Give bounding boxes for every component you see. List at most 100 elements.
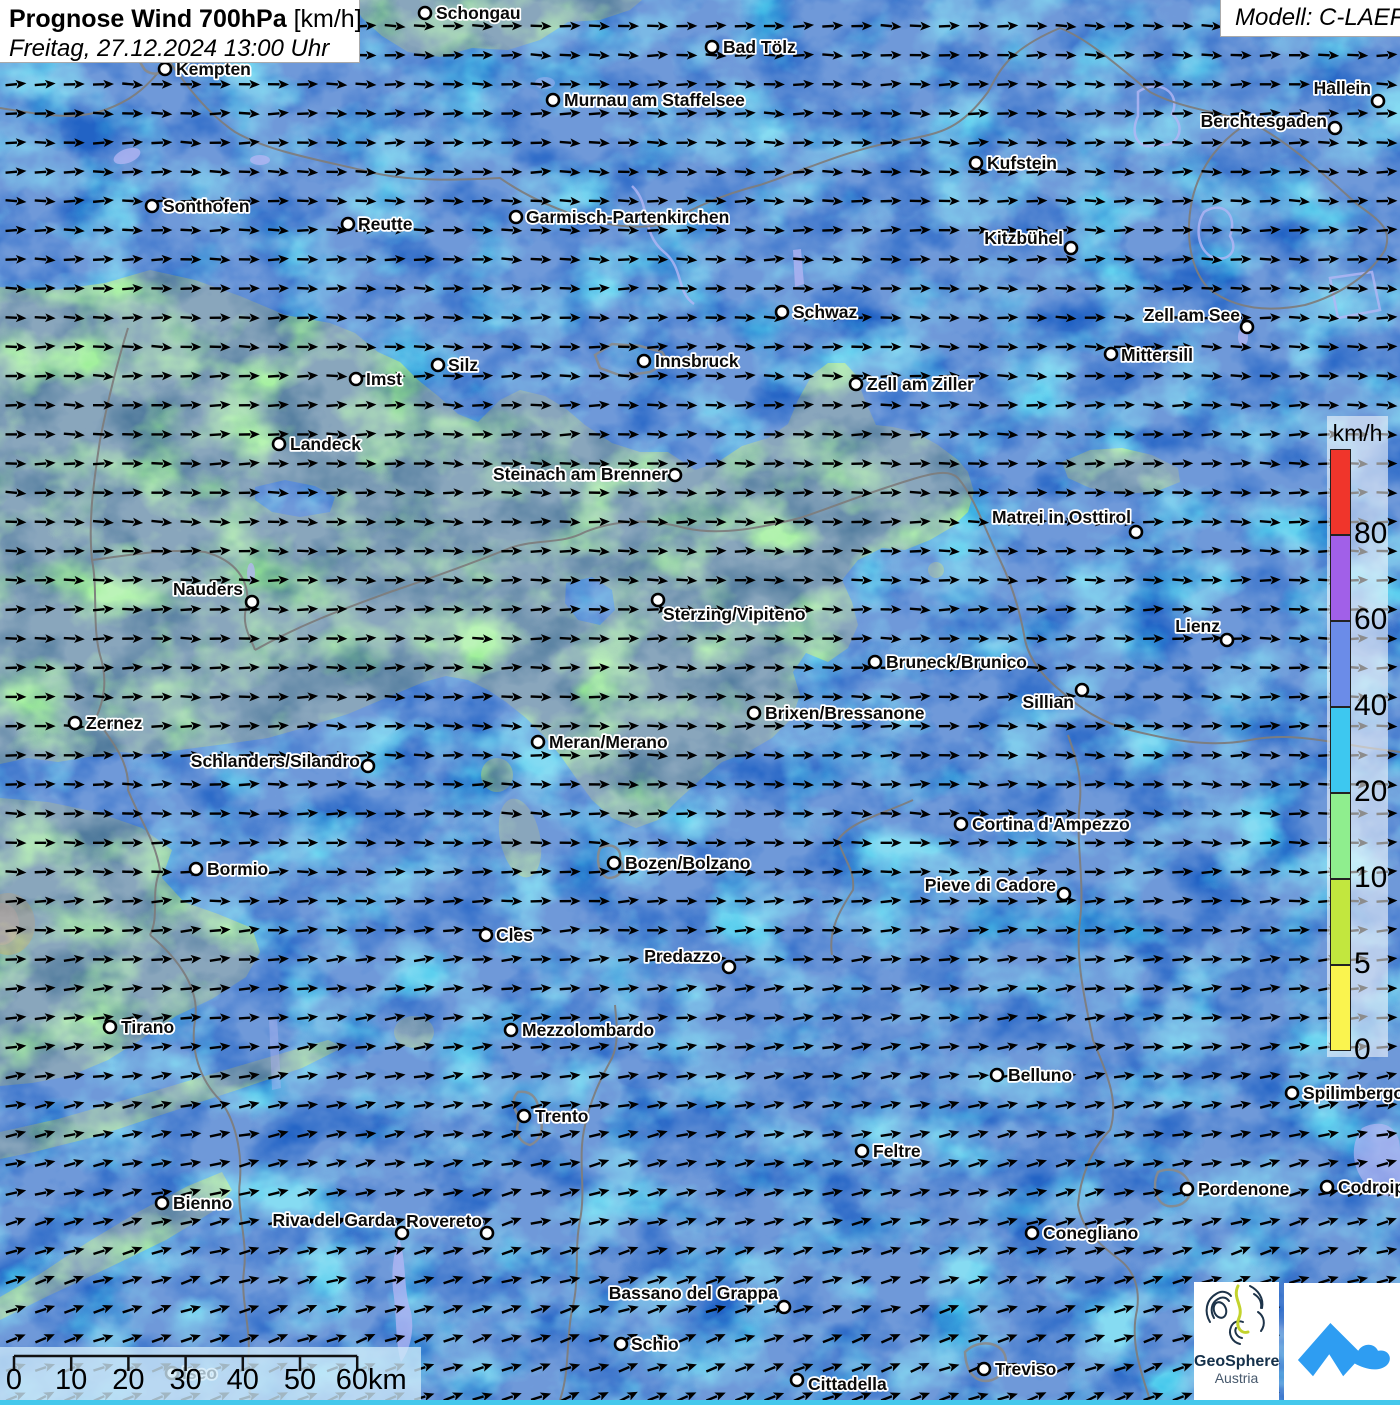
city-label: Meran/Merano <box>549 732 668 752</box>
city-label: Schongau <box>436 3 521 23</box>
city-marker <box>970 157 982 169</box>
city-label: Zell am See <box>1144 305 1241 325</box>
scale-tick-label: 40 <box>227 1364 259 1397</box>
city-marker-group: Bozen/Bolzano <box>608 853 750 873</box>
city-marker <box>518 1110 530 1122</box>
city-marker-group: Cortina d'Ampezzo <box>955 814 1130 834</box>
city-marker <box>991 1069 1003 1081</box>
city-label: Pieve di Cadore <box>925 875 1057 895</box>
city-label: Steinach am Brenner <box>493 464 668 484</box>
scale-tick-label: 0 <box>6 1364 22 1397</box>
city-marker-group: Steinach am Brenner <box>493 464 681 484</box>
city-marker <box>510 211 522 223</box>
legend-tick-label: 5 <box>1354 949 1371 979</box>
city-marker <box>1286 1087 1298 1099</box>
legend-color-box-40 <box>1330 621 1351 707</box>
wind-forecast-map: SchongauBad TölzKemptenMurnau am Staffel… <box>0 0 1400 1400</box>
city-label: Kitzbühel <box>984 228 1063 248</box>
city-marker <box>505 1024 517 1036</box>
city-marker <box>190 863 202 875</box>
city-marker <box>1130 526 1142 538</box>
city-marker <box>850 378 862 390</box>
weather-map-stage: SchongauBad TölzKemptenMurnau am Staffel… <box>0 0 1400 1400</box>
model-label-box: Modell: C-LAEF <box>1220 0 1400 37</box>
city-marker-group: Brixen/Bressanone <box>748 703 925 723</box>
city-marker <box>955 818 967 830</box>
city-label: Bad Tölz <box>723 37 796 57</box>
partner-logo-box <box>1284 1283 1400 1400</box>
city-marker <box>104 1021 116 1033</box>
city-label: Sterzing/Vipiteno <box>663 604 806 624</box>
city-label: Zell am Ziller <box>867 374 974 394</box>
city-marker <box>146 200 158 212</box>
wind-speed-legend: km/h 806040201050 <box>1327 416 1388 1057</box>
legend-color-box-10 <box>1330 793 1351 879</box>
city-label: Rovereto <box>406 1211 482 1231</box>
scale-tick-label: 30 <box>169 1364 201 1397</box>
scale-tick-label: 60km <box>336 1364 407 1397</box>
city-label: Mezzolombardo <box>522 1020 654 1040</box>
city-label: Bozen/Bolzano <box>625 853 750 873</box>
city-label: Riva del Garda <box>272 1210 395 1230</box>
city-label: Murnau am Staffelsee <box>564 90 745 110</box>
legend-color-box-20 <box>1330 707 1351 793</box>
city-marker-group: Murnau am Staffelsee <box>547 90 745 110</box>
city-label: Berchtesgaden <box>1201 111 1327 131</box>
city-label: Belluno <box>1008 1065 1072 1085</box>
scale-tick-label: 10 <box>55 1364 87 1397</box>
map-title-box: Prognose Wind 700hPa [km/h] Freitag, 27.… <box>0 0 360 63</box>
title-parameter: Prognose Wind 700hPa <box>9 5 287 33</box>
city-label: Lienz <box>1175 616 1220 636</box>
city-marker <box>778 1301 790 1313</box>
city-label: Garmisch-Partenkirchen <box>526 207 729 227</box>
legend-tick-label: 40 <box>1354 691 1387 721</box>
city-marker <box>69 717 81 729</box>
city-label: Bassano del Grappa <box>609 1283 778 1303</box>
geosphere-logo-box: GeoSphere Austria <box>1194 1282 1279 1400</box>
city-marker-group: Mezzolombardo <box>505 1020 654 1040</box>
legend-color-box-5 <box>1330 879 1351 965</box>
city-marker <box>1329 122 1341 134</box>
city-marker <box>273 438 285 450</box>
legend-tick-label: 80 <box>1354 519 1387 549</box>
legend-color-box-0 <box>1330 965 1351 1051</box>
city-marker <box>1372 95 1384 107</box>
city-label: Imst <box>366 369 402 389</box>
city-marker <box>481 1227 493 1239</box>
city-marker <box>342 218 354 230</box>
geosphere-contour-icon <box>1198 1282 1276 1348</box>
city-label: Cles <box>496 925 533 945</box>
city-label: Sonthofen <box>163 196 250 216</box>
city-label: Kufstein <box>987 153 1057 173</box>
city-marker <box>1026 1227 1038 1239</box>
city-marker <box>532 736 544 748</box>
city-marker-group: Schlanders/Silandro <box>191 751 374 772</box>
city-label: Zernez <box>86 713 143 733</box>
city-label: Tirano <box>121 1017 174 1037</box>
city-marker-group: Silz <box>432 355 478 375</box>
city-marker-group: Zell am Ziller <box>850 374 974 394</box>
city-label: Mittersill <box>1121 345 1193 365</box>
city-marker <box>723 961 735 973</box>
legend-unit-label: km/h <box>1327 420 1388 447</box>
title-unit: [km/h] <box>287 5 362 33</box>
city-label: Schio <box>631 1334 679 1354</box>
city-marker <box>1241 321 1253 333</box>
city-marker <box>159 63 171 75</box>
city-marker <box>156 1197 168 1209</box>
city-marker <box>669 469 681 481</box>
city-marker <box>869 656 881 668</box>
city-marker <box>1076 684 1088 696</box>
city-label: Pordenone <box>1198 1179 1290 1199</box>
city-marker <box>547 94 559 106</box>
city-marker <box>1058 888 1070 900</box>
city-marker-group: Berchtesgaden <box>1201 111 1341 134</box>
legend-tick-label: 20 <box>1354 777 1387 807</box>
city-label: Cittadella <box>808 1374 887 1394</box>
city-marker <box>1321 1181 1333 1193</box>
city-label: Spilimbergo <box>1303 1083 1400 1103</box>
city-marker <box>791 1374 803 1386</box>
legend-color-box-60 <box>1330 535 1351 621</box>
city-label: Hallein <box>1314 78 1371 98</box>
scale-tick-label: 20 <box>112 1364 144 1397</box>
